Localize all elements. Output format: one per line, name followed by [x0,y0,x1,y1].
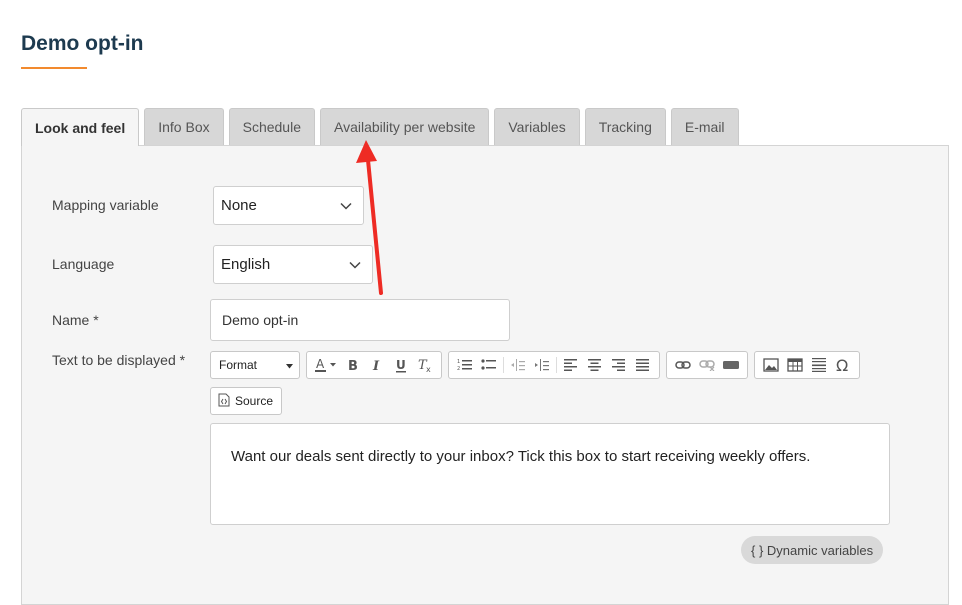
special-character-icon[interactable]: Ω [831,354,855,376]
svg-text:U: U [396,358,406,372]
align-right-icon[interactable] [607,354,631,376]
mapping-variable-select[interactable]: None [213,186,364,225]
table-icon[interactable] [783,354,807,376]
text-to-display-label: Text to be displayed * [52,352,186,368]
text-color-icon[interactable]: A [311,354,341,376]
page-title: Demo opt-in [21,32,144,55]
link-icon[interactable] [671,354,695,376]
dynamic-variables-button[interactable]: { } Dynamic variables [741,536,884,564]
italic-icon[interactable]: I [365,354,389,376]
tab-look-and-feel[interactable]: Look and feel [21,108,140,146]
format-label: Format [219,358,258,372]
chevron-down-icon [339,199,353,213]
tab-tracking[interactable]: Tracking [584,108,666,145]
tab-variables[interactable]: Variables [494,108,580,145]
source-button[interactable]: Source [210,387,283,415]
unlink-icon[interactable] [695,354,719,376]
tab-info-box[interactable]: Info Box [144,108,224,145]
svg-text:Ω: Ω [836,357,848,373]
svg-text:I: I [372,359,380,373]
name-input-value: Demo opt-in [222,312,299,328]
list-indent-group: 12 [448,351,660,379]
svg-text:B: B [348,359,358,373]
language-value: English [221,256,271,273]
remove-format-icon[interactable]: Tx [413,354,437,376]
text-style-group: A B I U Tx [306,351,442,379]
language-select[interactable]: English [213,245,373,284]
tab-schedule[interactable]: Schedule [228,108,315,145]
align-center-icon[interactable] [583,354,607,376]
caret-down-icon [286,358,293,372]
anchor-icon[interactable] [719,354,743,376]
title-underline [21,67,87,69]
image-icon[interactable] [759,354,783,376]
link-group [666,351,748,379]
source-label: Source [235,394,274,408]
outdent-icon[interactable] [506,354,530,376]
svg-text:x: x [426,365,431,373]
insert-group: Ω [754,351,860,379]
language-label: Language [52,256,115,272]
source-code-icon [218,393,230,410]
rich-text-editor[interactable]: Want our deals sent directly to your inb… [210,423,890,525]
toolbar-separator [556,357,557,373]
svg-text:2: 2 [457,366,460,372]
chevron-down-icon [348,258,362,272]
bulleted-list-icon[interactable] [477,354,501,376]
underline-icon[interactable]: U [389,354,413,376]
svg-text:A: A [316,357,325,371]
name-label: Name * [52,312,99,328]
bold-icon[interactable]: B [341,354,365,376]
justify-icon[interactable] [631,354,655,376]
toolbar-separator [503,357,504,373]
mapping-variable-label: Mapping variable [52,197,159,213]
horizontal-line-icon[interactable] [807,354,831,376]
tab-availability-per-website[interactable]: Availability per website [320,108,490,145]
name-input[interactable]: Demo opt-in [210,299,510,341]
editor-toolbar: Format A B I U Tx 12 Ω [210,351,860,379]
indent-icon[interactable] [530,354,554,376]
svg-text:1: 1 [457,359,460,365]
editor-content: Want our deals sent directly to your inb… [231,448,811,465]
mapping-variable-value: None [221,197,257,214]
tab-bar: Look and feel Info Box Schedule Availabi… [21,108,744,146]
numbered-list-icon[interactable]: 12 [453,354,477,376]
tab-email[interactable]: E-mail [670,108,739,145]
format-dropdown[interactable]: Format [210,351,300,379]
align-left-icon[interactable] [559,354,583,376]
